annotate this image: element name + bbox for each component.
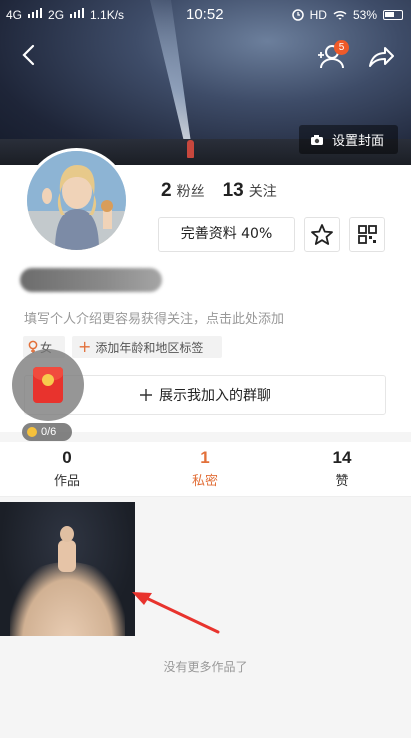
tab-works-count: 0 bbox=[62, 448, 72, 467]
red-packet-button[interactable] bbox=[12, 349, 84, 421]
hd-label: HD bbox=[309, 8, 327, 22]
status-bar: 4G 2G 1.1K/s 10:52 HD 53% bbox=[0, 0, 411, 30]
coin-counter: 0/6 bbox=[22, 423, 72, 441]
status-time: 10:52 bbox=[186, 6, 224, 23]
cover-person bbox=[187, 140, 194, 158]
battery-icon bbox=[383, 10, 403, 20]
coin-icon bbox=[27, 427, 37, 437]
tab-private-count: 1 bbox=[200, 448, 210, 467]
favorites-button[interactable] bbox=[304, 217, 340, 252]
tab-likes-count: 14 bbox=[332, 448, 352, 467]
complete-profile-button[interactable]: 完善资料 40% bbox=[158, 217, 295, 252]
add-tag-button[interactable]: + 添加年龄和地区标签 bbox=[72, 336, 222, 358]
tab-private[interactable]: 1 私密 bbox=[165, 448, 245, 489]
network-4g: 4G bbox=[6, 8, 23, 22]
notification-badge: 5 bbox=[334, 40, 349, 55]
back-button[interactable] bbox=[14, 40, 44, 70]
wifi-icon bbox=[333, 10, 347, 20]
thumbnail-dress bbox=[10, 562, 125, 636]
net-speed: 1.1K/s bbox=[90, 8, 125, 22]
add-tag-label: 添加年龄和地区标签 bbox=[95, 340, 204, 355]
camera-icon bbox=[311, 134, 323, 145]
following-label: 关注 bbox=[248, 184, 277, 200]
intro-placeholder[interactable]: 填写个人介绍更容易获得关注，点击此处添加 bbox=[24, 308, 284, 327]
chevron-left-icon bbox=[22, 44, 35, 66]
coin-count-label: 0/6 bbox=[41, 426, 57, 438]
battery-percent: 53% bbox=[352, 8, 377, 22]
set-cover-button[interactable]: 设置封面 bbox=[299, 125, 398, 154]
following-count: 13 bbox=[222, 180, 244, 201]
qr-code-icon bbox=[358, 225, 377, 244]
red-envelope-icon bbox=[33, 367, 63, 403]
signal-icon-2 bbox=[70, 8, 85, 18]
thumbnail-head bbox=[60, 526, 74, 542]
profile-stats: 2 粉丝 13 关注 bbox=[161, 180, 277, 202]
alarm-icon bbox=[291, 9, 304, 21]
set-cover-label: 设置封面 bbox=[332, 134, 385, 149]
avatar[interactable] bbox=[24, 148, 129, 253]
annotation-arrow bbox=[132, 592, 220, 634]
thumbnail-torso bbox=[58, 540, 76, 572]
tab-likes-label: 赞 bbox=[335, 474, 349, 489]
following-stat[interactable]: 13 关注 bbox=[223, 180, 277, 202]
groups-label: 展示我加入的群聊 bbox=[159, 388, 271, 404]
avatar-image bbox=[27, 151, 126, 250]
tab-works-label: 作品 bbox=[53, 474, 80, 489]
tab-works[interactable]: 0 作品 bbox=[27, 448, 107, 489]
share-icon bbox=[369, 47, 394, 67]
video-thumbnail[interactable] bbox=[0, 502, 135, 636]
qr-code-button[interactable] bbox=[349, 217, 385, 252]
fans-stat[interactable]: 2 粉丝 bbox=[161, 180, 205, 202]
network-2g: 2G bbox=[48, 8, 65, 22]
star-icon bbox=[311, 224, 333, 245]
tab-likes[interactable]: 14 赞 bbox=[302, 448, 382, 489]
signal-icon bbox=[28, 8, 43, 18]
plus-icon: + bbox=[78, 337, 92, 356]
share-button[interactable] bbox=[366, 44, 396, 70]
no-more-label: 没有更多作品了 bbox=[163, 660, 248, 674]
fans-label: 粉丝 bbox=[176, 184, 205, 200]
tab-private-label: 私密 bbox=[191, 474, 218, 489]
plus-icon bbox=[140, 389, 152, 401]
fans-count: 2 bbox=[161, 180, 172, 201]
content-tabs: 0 作品 1 私密 14 赞 bbox=[0, 442, 411, 497]
username-redacted bbox=[20, 268, 162, 292]
